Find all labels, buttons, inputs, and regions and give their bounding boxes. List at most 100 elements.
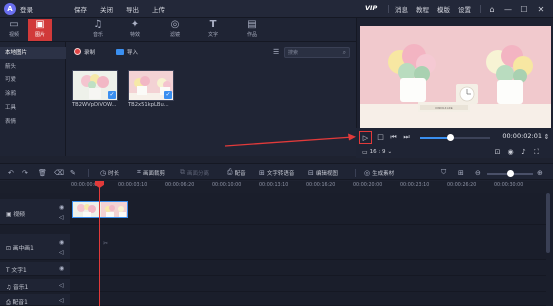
- crop-button[interactable]: ⌗ 画面裁剪: [137, 168, 165, 177]
- search-placeholder: 搜索: [288, 50, 299, 56]
- tab-filter[interactable]: ◎ 滤镜: [163, 19, 187, 41]
- toolbar-separator: [355, 169, 356, 177]
- sidebar-item-cute[interactable]: 可爱: [0, 74, 66, 86]
- media-thumbnail[interactable]: ✓: [72, 70, 118, 101]
- home-icon[interactable]: ⌂: [486, 3, 498, 15]
- close-icon[interactable]: ✕: [535, 3, 547, 15]
- tab-effects[interactable]: ✦ 特效: [123, 19, 147, 41]
- speaker-icon[interactable]: ◁: [59, 297, 64, 304]
- track-row-video[interactable]: [70, 199, 546, 225]
- track-header-pip[interactable]: ⊡ 画中画1 ◉ ◁: [0, 234, 70, 260]
- volume-icon[interactable]: ♪: [519, 148, 528, 157]
- search-input[interactable]: 搜索 ⌕: [284, 47, 350, 58]
- sort-icon[interactable]: ☰: [273, 48, 279, 56]
- timeline-clip[interactable]: [72, 201, 128, 218]
- ruler-tick: 00:00:20:00: [353, 183, 383, 188]
- track-header-text[interactable]: T 文字1 ◉: [0, 262, 70, 276]
- eye-icon[interactable]: ◉: [59, 265, 64, 272]
- templates-link[interactable]: 模版: [437, 4, 450, 14]
- aspect-ratio-select[interactable]: ▭ 16 : 9 ⌄: [362, 147, 392, 157]
- tab-label: 特效: [129, 32, 140, 38]
- snapshot-icon[interactable]: ◉: [506, 148, 515, 157]
- generate-button[interactable]: ◎ 生成素材: [364, 168, 394, 177]
- timecode-stepper-icon[interactable]: ⇕: [542, 133, 551, 142]
- chevron-down-icon: ⌄: [387, 149, 393, 155]
- timeline-ruler[interactable]: 00:00:00:00 00:00:03:10 00:00:06:20 00:0…: [0, 181, 553, 193]
- tab-music[interactable]: ♫ 音乐: [86, 19, 110, 41]
- maximize-icon[interactable]: ☐: [518, 3, 530, 15]
- sidebar-item-emoji[interactable]: 表情: [0, 116, 66, 128]
- track-header-video[interactable]: ▣ 视频 ◉ ◁: [0, 199, 70, 225]
- eye-icon[interactable]: ◉: [59, 239, 64, 246]
- shield-icon[interactable]: ⛉: [441, 168, 446, 177]
- sidebar-item-doodle[interactable]: 涂鸦: [0, 88, 66, 100]
- crop-label: 画面裁剪: [142, 170, 165, 177]
- messages-link[interactable]: 消息: [395, 4, 408, 14]
- progress-handle[interactable]: [447, 134, 455, 141]
- track-label: ⊡ 画中画1: [6, 246, 34, 252]
- split-button[interactable]: ⧉ 画面分离: [180, 168, 209, 177]
- tab-video[interactable]: ▭ 视频: [2, 19, 26, 41]
- eye-icon[interactable]: ◉: [59, 204, 64, 211]
- tutorial-link[interactable]: 教程: [416, 4, 429, 14]
- track-label: ▣ 视频: [6, 212, 25, 218]
- scissors-icon[interactable]: ✂: [103, 240, 108, 247]
- menu-export[interactable]: 导出: [126, 4, 139, 14]
- video-icon: ▭: [9, 19, 19, 30]
- zoom-handle[interactable]: [507, 170, 514, 177]
- edit-view-button[interactable]: ⊟ 编辑视图: [308, 168, 338, 177]
- tab-label: 文字: [207, 32, 218, 38]
- tts-button[interactable]: ⊞ 文字转语音: [259, 168, 294, 177]
- sidebar-item-arrows[interactable]: 箭头: [0, 61, 66, 73]
- media-thumbnail[interactable]: ✓: [128, 70, 174, 101]
- track-row-text[interactable]: [70, 262, 546, 276]
- record-button[interactable]: 录制: [74, 46, 95, 57]
- text-track-icon: T: [6, 268, 10, 274]
- undo-icon[interactable]: ↶: [8, 168, 14, 177]
- speaker-icon[interactable]: ◁: [59, 214, 64, 221]
- track-row-music[interactable]: [70, 279, 546, 292]
- fit-icon[interactable]: ⊞: [458, 168, 464, 177]
- app-logo: A: [4, 3, 16, 15]
- fullscreen-icon[interactable]: ⛶: [532, 148, 541, 157]
- pip-icon: ⊡: [6, 246, 11, 252]
- tab-image[interactable]: ▣ 图片: [28, 19, 52, 41]
- next-frame-icon[interactable]: ⏭: [402, 133, 411, 142]
- play-button[interactable]: ▷: [359, 131, 372, 144]
- menu-close[interactable]: 关闭: [100, 4, 113, 14]
- stop-icon[interactable]: □: [376, 133, 385, 142]
- timeline-scrollbar[interactable]: [546, 193, 550, 253]
- previous-frame-icon[interactable]: ⏮: [389, 133, 398, 142]
- toolbar-separator: [88, 169, 89, 177]
- sidebar-item-local-images[interactable]: 本地图片: [0, 47, 66, 59]
- menu-save[interactable]: 保存: [74, 4, 87, 14]
- track-header-voice[interactable]: ⎙ 配音1 ◁: [0, 294, 70, 306]
- speaker-icon[interactable]: ◁: [59, 282, 64, 289]
- tab-text[interactable]: T 文字: [201, 19, 225, 41]
- redo-icon[interactable]: ↷: [22, 168, 28, 177]
- delete-icon[interactable]: 🗑: [38, 168, 47, 177]
- duration-button[interactable]: ◷ 时长: [100, 168, 119, 177]
- vip-badge[interactable]: VIP: [365, 4, 377, 12]
- zoom-out-icon[interactable]: ⊖: [475, 168, 481, 177]
- track-header-music[interactable]: ♫ 音乐1 ◁: [0, 279, 70, 292]
- crop-view-icon[interactable]: ⊡: [493, 148, 502, 157]
- playhead[interactable]: [99, 182, 100, 306]
- film-icon: ▣: [6, 212, 12, 218]
- track-row-pip[interactable]: [70, 234, 546, 260]
- track-row-voice[interactable]: [70, 294, 546, 306]
- zoom-in-icon[interactable]: ⊕: [537, 168, 543, 177]
- tab-label: 视频: [8, 32, 19, 38]
- sidebar-item-tools[interactable]: 工具: [0, 102, 66, 114]
- speaker-icon[interactable]: ◁: [59, 249, 64, 256]
- import-button[interactable]: 导入: [116, 46, 138, 57]
- settings-link[interactable]: 设置: [458, 4, 471, 14]
- minimize-icon[interactable]: —: [502, 3, 514, 15]
- login-link[interactable]: 登录: [20, 4, 33, 14]
- edit-icon[interactable]: ✎: [70, 168, 76, 177]
- trash-icon[interactable]: ⌫: [54, 168, 64, 177]
- works-icon: ▤: [247, 19, 257, 30]
- tab-works[interactable]: ▤ 作品: [240, 19, 264, 41]
- dub-button[interactable]: ⎙ 配音: [227, 168, 246, 177]
- menu-upload[interactable]: 上传: [152, 4, 165, 14]
